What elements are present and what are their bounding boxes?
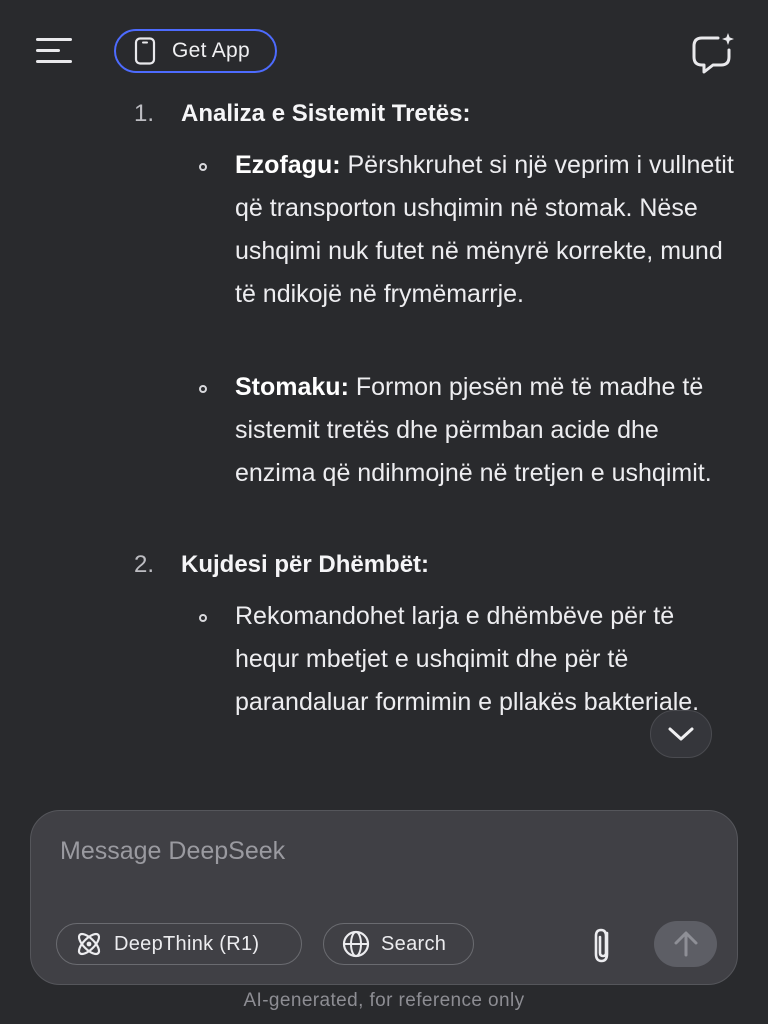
disclaimer-text: AI-generated, for reference only: [243, 990, 525, 1011]
list-number: 2.: [134, 551, 155, 578]
scroll-down-button[interactable]: [650, 710, 712, 758]
new-chat-icon: [692, 33, 734, 74]
bullet-paragraph: Rekomandohet larja e dhëmbëve për të heq…: [235, 595, 745, 724]
hamburger-menu-icon-line: [36, 60, 72, 63]
deepthink-label: DeepThink (R1): [114, 932, 260, 955]
chevron-down-icon: [668, 727, 694, 741]
bullet-paragraph: Ezofagu: Përshkruhet si një veprim i vul…: [235, 144, 745, 316]
top-bar: Get App: [0, 0, 768, 100]
chat-response: 1. Analiza e Sistemit Tretës: Ezofagu: P…: [0, 90, 768, 790]
phone-icon: [134, 37, 156, 65]
hamburger-menu-icon-line: [36, 49, 60, 52]
paperclip-icon: [594, 928, 609, 963]
deepthink-toggle[interactable]: DeepThink (R1): [56, 923, 302, 965]
hamburger-menu-icon: [36, 38, 72, 41]
bullet-marker: [199, 614, 207, 622]
bullet-marker: [199, 163, 207, 171]
section-title: Analiza e Sistemit Tretës:: [181, 100, 471, 127]
search-toggle[interactable]: Search: [323, 923, 474, 965]
send-button[interactable]: [654, 921, 717, 967]
get-app-label: Get App: [172, 39, 250, 62]
bullet-term: Stomaku:: [235, 373, 349, 401]
search-label: Search: [381, 932, 447, 955]
arrow-up-icon: [674, 931, 697, 957]
list-number: 1.: [134, 100, 155, 127]
message-composer: DeepThink (R1) Search: [30, 810, 738, 985]
new-chat-button[interactable]: [688, 30, 738, 74]
section-title: Kujdesi për Dhëmbët:: [181, 551, 430, 578]
bullet-paragraph: Stomaku: Formon pjesën më të madhe të si…: [235, 366, 745, 495]
attach-button[interactable]: [583, 923, 623, 967]
bullet-text: Rekomandohet larja e dhëmbëve për të heq…: [235, 602, 700, 716]
atom-icon: [77, 932, 101, 956]
menu-button[interactable]: [30, 28, 80, 74]
bullet-marker: [199, 385, 207, 393]
bullet-term: Ezofagu:: [235, 151, 341, 179]
get-app-button[interactable]: Get App: [114, 29, 277, 73]
globe-icon: [342, 930, 370, 958]
message-input[interactable]: [60, 831, 700, 871]
